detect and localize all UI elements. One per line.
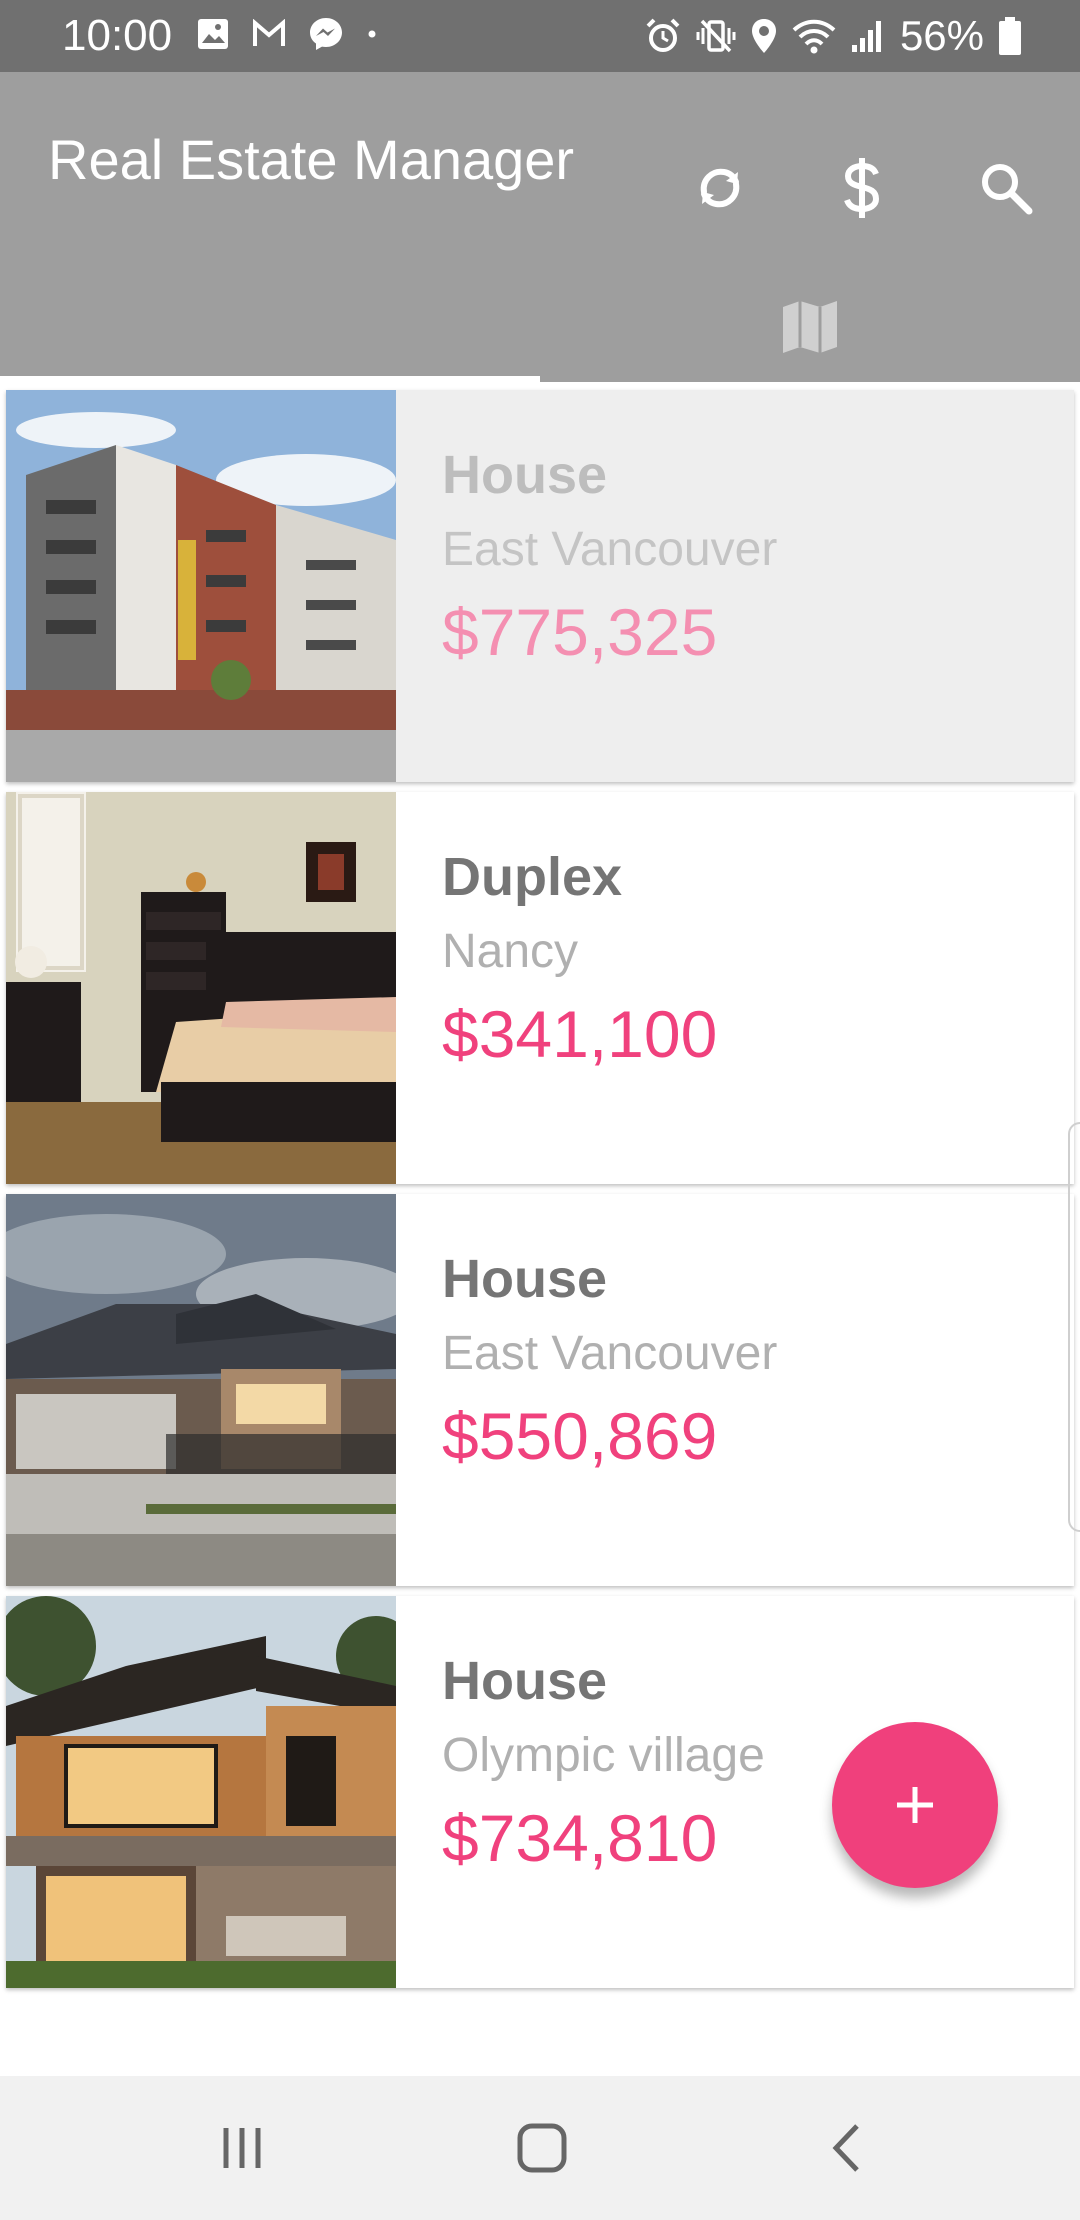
location-icon	[751, 19, 776, 53]
battery-percent: 56%	[899, 12, 984, 59]
battery-icon	[999, 17, 1021, 55]
back-button[interactable]	[746, 2076, 946, 2220]
tab-map[interactable]	[540, 272, 1080, 382]
property-info: House East Vancouver $550,869	[442, 1244, 777, 1478]
wifi-icon	[792, 19, 836, 54]
messenger-icon	[310, 18, 342, 50]
property-location: East Vancouver	[442, 523, 778, 576]
property-price: $775,325	[442, 595, 718, 669]
property-info: House Olympic village $734,810	[442, 1646, 765, 1880]
property-location: East Vancouver	[442, 1327, 778, 1380]
app-title: Real Estate Manager	[48, 128, 575, 191]
refresh-icon	[700, 168, 740, 208]
property-price: $550,869	[442, 1399, 718, 1473]
property-card[interactable]: Duplex Nancy $341,100	[6, 792, 1074, 1184]
add-property-button[interactable]	[832, 1722, 998, 1888]
refresh-button[interactable]	[684, 152, 756, 224]
vibrate-icon	[696, 19, 736, 53]
property-price: $341,100	[442, 997, 718, 1071]
home-button[interactable]	[442, 2076, 642, 2220]
status-bar: 10:00 56%	[0, 0, 1080, 72]
app-bar: Real Estate Manager	[0, 72, 1080, 528]
alarm-icon	[646, 18, 680, 52]
search-button[interactable]	[970, 152, 1042, 224]
dollar-icon	[844, 158, 880, 218]
property-location: Olympic village	[442, 1729, 765, 1782]
property-info: House East Vancouver $775,325	[442, 440, 777, 674]
map-icon	[783, 301, 837, 353]
status-notification-icons	[196, 16, 378, 52]
property-type: House	[442, 445, 608, 505]
property-info: Duplex Nancy $341,100	[442, 842, 717, 1076]
image-icon	[198, 19, 228, 49]
gmail-icon	[253, 19, 285, 46]
signal-icon	[851, 21, 881, 52]
home-icon	[517, 2123, 567, 2173]
property-card[interactable]: House East Vancouver $775,325	[6, 390, 1074, 782]
property-type: Duplex	[442, 847, 623, 907]
apartment-building-photo	[6, 390, 396, 782]
search-icon	[982, 164, 1033, 215]
status-time: 10:00	[62, 11, 173, 60]
status-system-icons: 56%	[644, 10, 1022, 62]
property-price: $734,810	[442, 1801, 718, 1875]
modern-house-photo	[6, 1596, 396, 1988]
back-icon	[832, 2124, 859, 2172]
recents-icon	[223, 2128, 261, 2168]
scroll-edge	[1068, 1122, 1080, 1532]
add-icon	[897, 1787, 933, 1823]
system-nav-bar	[0, 2076, 1080, 2220]
recents-button[interactable]	[142, 2076, 342, 2220]
property-type: House	[442, 1249, 608, 1309]
bedroom-photo	[6, 792, 396, 1184]
property-type: House	[442, 1651, 608, 1711]
property-card[interactable]: House East Vancouver $550,869	[6, 1194, 1074, 1586]
property-location: Nancy	[442, 925, 579, 978]
dot-icon	[368, 30, 376, 38]
tab-indicator	[0, 376, 540, 382]
currency-button[interactable]	[826, 152, 898, 224]
single-storey-house-photo	[6, 1194, 396, 1586]
